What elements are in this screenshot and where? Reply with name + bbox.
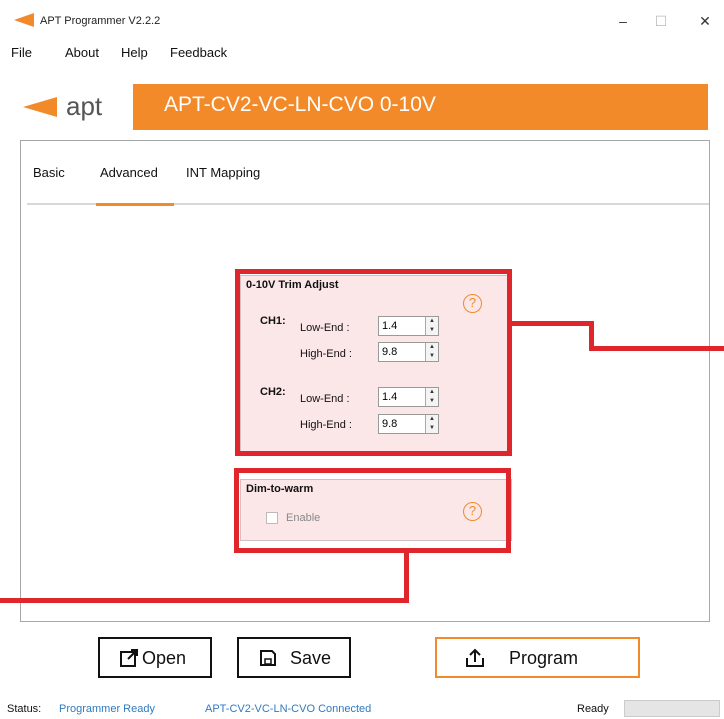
status-label: Status: [7,703,42,715]
maximize-button[interactable]: ☐ [646,10,676,32]
tab-selected-indicator [96,203,174,206]
progress-bar [624,700,720,717]
menu-feedback[interactable]: Feedback [170,45,227,60]
menu-help[interactable]: Help [121,45,148,60]
annotation-line [507,321,594,326]
apt-logo-icon [14,13,34,27]
brand-name: apt [66,91,103,121]
ready-label: Ready [577,703,609,715]
close-button[interactable]: ✕ [690,10,720,32]
open-label: Open [142,648,187,668]
open-button[interactable]: Open [98,637,212,678]
status-bar: Status: Programmer Ready APT-CV2-VC-LN-C… [0,698,724,719]
menu-file[interactable]: File [11,45,32,60]
connection-status: APT-CV2-VC-LN-CVO Connected [205,703,372,715]
open-icon [120,649,138,667]
minimize-button[interactable]: – [608,10,638,32]
annotation-line [0,598,409,603]
save-button[interactable]: Save [237,637,351,678]
dtw-highlight-box [234,468,511,553]
trim-highlight-box [235,269,512,456]
annotation-line [404,548,409,603]
status-value: Programmer Ready [59,703,155,715]
menu-bar: File About Help Feedback [0,40,724,64]
program-button[interactable]: Program [435,637,640,678]
upload-icon [466,648,484,667]
tab-advanced[interactable]: Advanced [100,165,158,180]
window-title: APT Programmer V2.2.2 [40,15,161,27]
tab-strip: Basic Advanced INT Mapping [29,141,717,205]
apt-brand-icon [23,97,57,117]
tab-int-mapping[interactable]: INT Mapping [186,165,260,180]
save-label: Save [290,648,332,668]
tab-basic[interactable]: Basic [33,165,65,180]
menu-about[interactable]: About [65,45,99,60]
title-bar: APT Programmer V2.2.2 – ☐ ✕ [0,0,724,40]
annotation-line [589,346,724,351]
program-label: Program [509,648,579,668]
device-banner: apt APT-CV2-VC-LN-CVO 0-10V [20,84,708,130]
save-icon [260,650,276,666]
device-model: APT-CV2-VC-LN-CVO 0-10V [164,93,436,116]
